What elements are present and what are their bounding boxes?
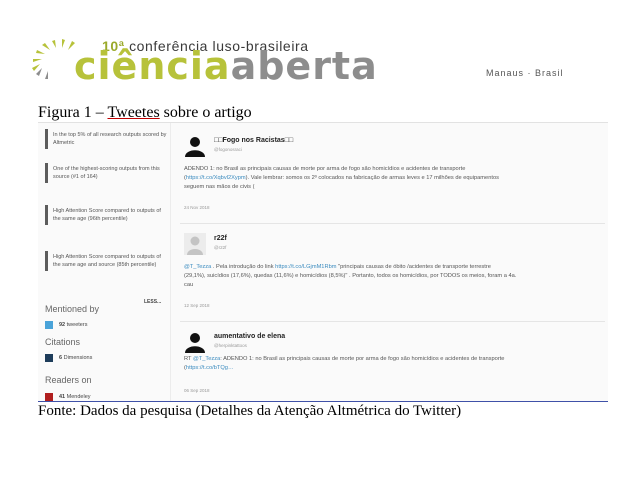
citations-heading: Citations (45, 337, 81, 347)
brand-wordmark: ciênciaaberta (74, 46, 378, 86)
tweet-item: aumentativo de elena @herpinktattoos RT … (180, 331, 600, 401)
dimensions-label: Dimensions (63, 355, 93, 361)
tweet-item: □□Fogo nos Racistas□□ @fogonosraci ADEND… (180, 135, 600, 215)
tweet-text: . Pela introdução do link (211, 264, 276, 270)
tweeters-count: 92 (59, 322, 66, 328)
tweeters-label: tweeters (66, 322, 88, 328)
altmetric-sidebar: In the top 5% of all research outputs sc… (38, 123, 168, 401)
dimensions-count: 6 (59, 355, 63, 361)
attention-summary-text: High Attention Score compared to outputs… (53, 208, 161, 222)
tweet-text: "principais causas de óbito /acidentes d… (336, 264, 491, 270)
tweet-link[interactable]: https://t.co/LGjmM1Rbm (275, 264, 336, 270)
tweet-body: @T_Tezza . Pela introdução do link https… (184, 263, 599, 290)
tweet-feed: □□Fogo nos Racistas□□ @fogonosraci ADEND… (180, 123, 605, 401)
tweet-item: r22f @r22f @T_Tezza . Pela introdução do… (180, 233, 600, 313)
tweet-text: cau (184, 282, 194, 288)
tweet-body-line: (29,1%), suicídios (17,6%), quedas (11,6… (184, 272, 599, 281)
figure-title-prefix: Figura 1 – (38, 104, 108, 121)
attention-summary-text: One of the highest-scoring outputs from … (53, 166, 160, 180)
tweet-link[interactable]: @T_Tezza (184, 264, 211, 270)
altmetric-screenshot: In the top 5% of all research outputs sc… (38, 122, 608, 401)
column-divider (170, 123, 171, 401)
caption-rule (38, 401, 608, 402)
mentioned-by-heading: Mentioned by (45, 304, 100, 314)
dimensions-swatch-icon (45, 354, 53, 362)
attention-summary-box: High Attention Score compared to outputs… (45, 205, 168, 225)
tweet-author-name[interactable]: □□Fogo nos Racistas□□ (214, 137, 293, 144)
dimensions-row[interactable]: 6 Dimensions (45, 354, 92, 362)
less-link[interactable]: LESS... (144, 299, 161, 305)
attention-summary-box: High Attention Score compared to outputs… (45, 251, 168, 271)
tweet-link[interactable]: @T_Tezza (193, 356, 220, 362)
figure-title: Figura 1 – Tweetes sobre o artigo (38, 104, 252, 122)
tweet-link[interactable]: https://t.co/Xqbvl2Xypm (186, 175, 246, 181)
figure-title-suffix: sobre o artigo (159, 104, 252, 121)
tweet-body-line: (https://t.co/Xqbvl2Xypm). Vale lembrar:… (184, 174, 599, 183)
mendeley-row[interactable]: 41 Mendeley (45, 393, 91, 401)
mendeley-label: Mendeley (66, 394, 91, 400)
tweet-author-handle[interactable]: @fogonosraci (214, 147, 242, 152)
tweet-body-line: cau (184, 281, 599, 290)
tweet-body: RT @T_Tezza: ADENDO 1: no Brasil as prin… (184, 355, 599, 373)
tweet-body-line: @T_Tezza . Pela introdução do link https… (184, 263, 599, 272)
tweet-text: seguem nas mãos de civis ( (184, 184, 255, 190)
attention-summary-text: In the top 5% of all research outputs sc… (53, 132, 167, 146)
tweet-separator (180, 321, 605, 322)
mendeley-swatch-icon (45, 393, 53, 401)
default-user-avatar-icon[interactable] (184, 233, 206, 255)
figure-caption: Fonte: Dados da pesquisa (Detalhes da At… (38, 403, 462, 419)
attention-summary-box: One of the highest-scoring outputs from … (45, 163, 168, 183)
tweet-date: 12 Sep 2018 (184, 303, 210, 308)
tweet-separator (180, 223, 605, 224)
tweet-body-line: seguem nas mãos de civis ( (184, 183, 599, 192)
tweet-link[interactable]: https://t.co/bTQg… (186, 365, 234, 371)
mendeley-count: 41 (59, 394, 66, 400)
brand-word-ciencia: ciência (74, 44, 231, 88)
tweet-author-handle[interactable]: @herpinktattoos (214, 343, 247, 348)
tweet-body-line: ADENDO 1: no Brasil as principais causas… (184, 165, 599, 174)
tweet-author-name[interactable]: r22f (214, 235, 227, 242)
attention-summary-box: In the top 5% of all research outputs sc… (45, 129, 168, 149)
twitter-swatch-icon (45, 321, 53, 329)
tweet-body-line: (https://t.co/bTQg… (184, 364, 599, 373)
tweet-date: 06 Sep 2018 (184, 388, 210, 393)
tweet-author-name[interactable]: aumentativo de elena (214, 333, 285, 340)
tweet-text: ). Vale lembrar: somos os 2º colocados n… (245, 175, 499, 181)
conference-city: Manaus · Brasil (486, 68, 564, 78)
brand-word-aberta: aberta (230, 44, 378, 88)
tweeters-row[interactable]: 92 tweeters (45, 321, 87, 329)
tweet-text: ADENDO 1: no Brasil as principais causas… (184, 166, 466, 172)
figure-title-keyword: Tweetes (107, 104, 160, 121)
tweet-text: : ADENDO 1: no Brasil as principais caus… (220, 356, 505, 362)
default-user-avatar-icon[interactable] (184, 331, 206, 353)
tweet-text: RT (184, 356, 193, 362)
tweet-body-line: RT @T_Tezza: ADENDO 1: no Brasil as prin… (184, 355, 599, 364)
tweet-body: ADENDO 1: no Brasil as principais causas… (184, 165, 599, 192)
tweet-date: 24 Nov 2018 (184, 205, 210, 210)
tweet-text: (29,1%), suicídios (17,6%), quedas (11,6… (184, 273, 517, 279)
readers-heading: Readers on (45, 375, 92, 385)
tweet-author-handle[interactable]: @r22f (214, 245, 226, 250)
default-user-avatar-icon[interactable] (184, 135, 206, 157)
attention-summary-text: High Attention Score compared to outputs… (53, 254, 161, 268)
